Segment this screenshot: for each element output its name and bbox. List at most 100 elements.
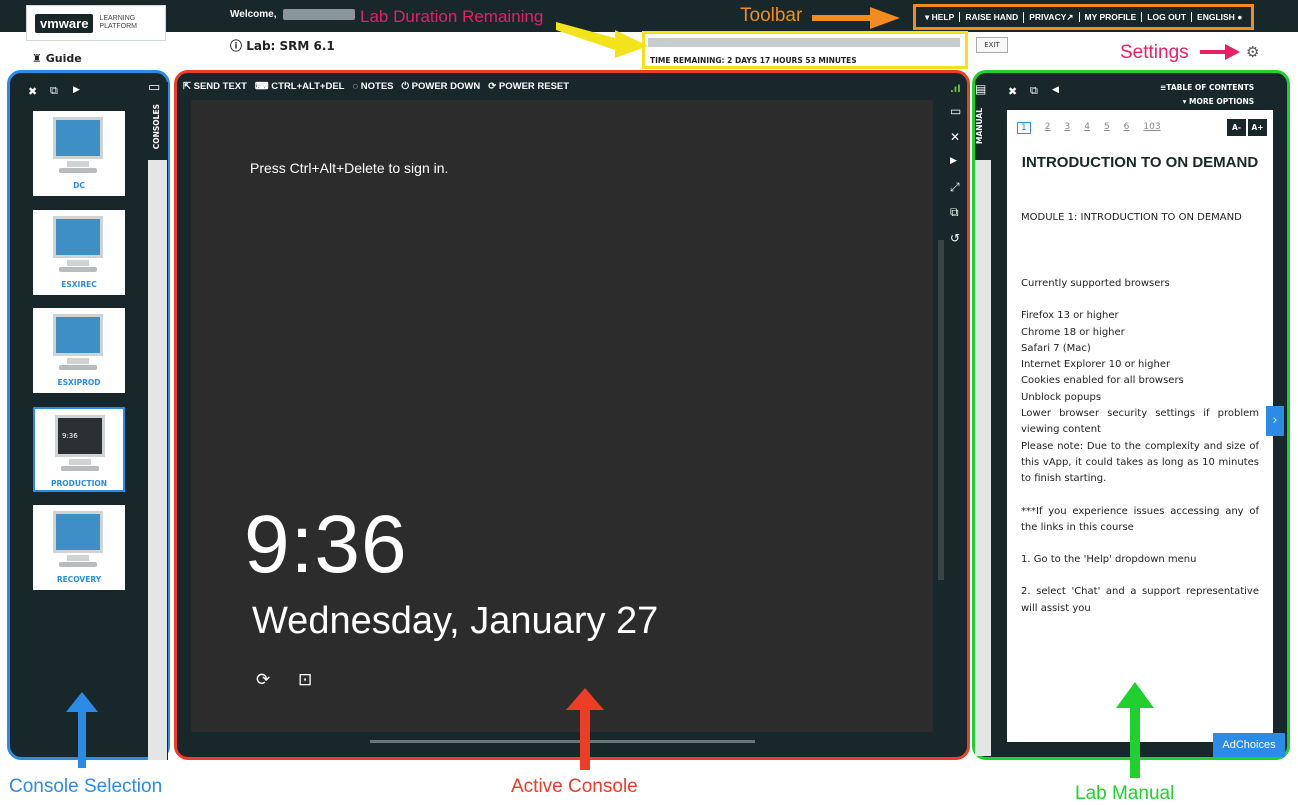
horizontal-scrollbar[interactable] <box>370 740 755 743</box>
notes-button[interactable]: ◌ NOTES <box>352 81 393 92</box>
guide-label: Guide <box>45 52 82 65</box>
ctrl-alt-del-button[interactable]: ⌨ CTRL+ALT+DEL <box>255 81 345 92</box>
manual-line: 2. select 'Chat' and a support represent… <box>1021 586 1259 614</box>
monitor-icon[interactable]: ▭ <box>148 80 160 95</box>
console-label: RECOVERY <box>56 575 102 584</box>
power-reset-button[interactable]: ⟳ POWER RESET <box>488 81 569 92</box>
undo-icon[interactable]: ↺ <box>950 231 960 245</box>
console-thumb-dc[interactable]: DC <box>33 111 125 196</box>
module-heading: MODULE 1: INTRODUCTION TO ON DEMAND <box>1021 212 1242 223</box>
welcome-text: Welcome, <box>230 9 277 20</box>
annotation-settings: Settings <box>1120 42 1189 63</box>
display-icon[interactable]: ▭ <box>950 104 961 118</box>
ease-of-access-icon[interactable]: ⟳ <box>256 670 270 690</box>
help-menu[interactable]: ▾ HELP <box>920 12 959 23</box>
toc-link[interactable]: ≡TABLE OF CONTENTS <box>1160 83 1254 92</box>
monitor-screen <box>53 117 103 159</box>
language-menu[interactable]: ENGLISH ● <box>1191 12 1247 22</box>
book-icon[interactable]: ▤ <box>975 82 986 96</box>
font-decrease-button[interactable]: A- <box>1227 119 1246 136</box>
log-out-link[interactable]: LOG OUT <box>1141 12 1191 22</box>
page-link[interactable]: 1 <box>1017 122 1031 134</box>
popout-icon[interactable]: ⧉ <box>50 84 58 98</box>
send-icon: ⇱ <box>183 81 191 92</box>
manual-line: Internet Explorer 10 or higher <box>1021 359 1171 371</box>
font-increase-button[interactable]: A+ <box>1248 119 1267 136</box>
expand-right-icon[interactable]: ▶ <box>73 85 80 95</box>
console-thumb-esxirec[interactable]: ESXIREC <box>33 210 125 295</box>
next-page-arrow-icon[interactable]: › <box>1266 406 1284 436</box>
binoculars-icon: ♜ <box>32 52 42 65</box>
page-link[interactable]: 6 <box>1124 122 1130 134</box>
manual-line: Safari 7 (Mac) <box>1021 342 1091 354</box>
speech-bubble-icon: ◌ <box>352 81 359 92</box>
consoles-scrollbar[interactable] <box>148 160 167 760</box>
monitor-screen <box>53 511 103 553</box>
monitor-base <box>59 365 97 370</box>
fullscreen-icon[interactable]: ⤢ <box>950 180 960 195</box>
page-link[interactable]: 103 <box>1143 122 1160 134</box>
console-thumb-production[interactable]: 9:36 PRODUCTION <box>33 407 125 492</box>
close-icon[interactable]: ✖ <box>28 85 37 98</box>
adchoices-button[interactable]: AdChoices <box>1213 733 1285 757</box>
annotation-lab-manual: Lab Manual <box>1075 783 1175 804</box>
privacy-link[interactable]: PRIVACY↗ <box>1023 11 1078 23</box>
manual-line: Please note: Due to the complexity and s… <box>1021 440 1259 485</box>
settings-gear-icon[interactable]: ⚙ <box>1246 43 1259 61</box>
more-options-dropdown[interactable]: ▾ MORE OPTIONS <box>1183 97 1255 106</box>
vmware-logo[interactable]: vmware LEARNING PLATFORM <box>26 5 166 41</box>
exit-button[interactable]: EXIT <box>976 37 1008 53</box>
power-reset-label: POWER RESET <box>498 81 570 92</box>
info-icon: ⓘ <box>230 39 243 53</box>
guide-link[interactable]: ♜ Guide <box>32 52 82 65</box>
manual-spacer <box>1021 568 1259 584</box>
page-link[interactable]: 5 <box>1104 122 1110 134</box>
time-remaining-bar <box>648 38 960 47</box>
fit-screen-icon[interactable]: ✕ <box>950 130 960 144</box>
refresh-icon: ⟳ <box>488 81 497 92</box>
monitor-screen: 9:36 <box>55 415 105 457</box>
manual-tab[interactable]: MANUAL <box>975 108 984 144</box>
console-toolbar: ⇱ SEND TEXT ⌨ CTRL+ALT+DEL ◌ NOTES ⏻ POW… <box>183 81 569 92</box>
page-link[interactable]: 4 <box>1084 122 1090 134</box>
popout-icon[interactable]: ⧉ <box>1030 84 1038 98</box>
console-scrollbar[interactable] <box>938 240 944 580</box>
settings-arrow <box>1200 44 1240 60</box>
my-profile-link[interactable]: MY PROFILE <box>1078 12 1142 22</box>
manual-line: Firefox 13 or higher <box>1021 310 1119 322</box>
collapse-right-icon[interactable]: ▶ <box>950 156 957 166</box>
toolbar-menu: ▾ HELP RAISE HAND PRIVACY↗ MY PROFILE LO… <box>913 4 1255 30</box>
power-down-button[interactable]: ⏻ POWER DOWN <box>402 81 481 92</box>
console-thumb-esxiprod[interactable]: ESXIPROD <box>33 308 125 393</box>
manual-body: Currently supported browsers Firefox 13 o… <box>1021 276 1259 617</box>
send-text-label: SEND TEXT <box>193 81 247 92</box>
consoles-tab[interactable]: CONSOLES <box>152 104 161 149</box>
monitor-screen <box>53 314 103 356</box>
send-text-button[interactable]: ⇱ SEND TEXT <box>183 81 247 92</box>
external-link-icon[interactable]: ⧉ <box>950 205 959 220</box>
page-link[interactable]: 3 <box>1064 122 1070 134</box>
close-icon[interactable]: ✖ <box>1008 85 1017 98</box>
page-link[interactable]: 2 <box>1045 122 1051 134</box>
monitor-base <box>59 168 97 173</box>
power-icon: ⏻ <box>401 81 410 92</box>
lab-title: ⓘ Lab: SRM 6.1 <box>230 37 335 54</box>
monitor-base <box>59 562 97 567</box>
manual-line: Cookies enabled for all browsers <box>1021 375 1184 387</box>
lab-title-text: Lab: SRM 6.1 <box>246 39 335 53</box>
toc-area: ≡TABLE OF CONTENTS ▾ MORE OPTIONS <box>1160 81 1254 109</box>
keyboard-icon: ⌨ <box>254 81 269 92</box>
annotation-toolbar: Toolbar <box>740 5 803 26</box>
raise-hand-link[interactable]: RAISE HAND <box>959 12 1023 22</box>
logo-sub-line1: LEARNING <box>99 15 136 22</box>
manual-line: Chrome 18 or higher <box>1021 326 1125 338</box>
collapse-left-icon[interactable]: ◀ <box>1052 85 1059 95</box>
manual-title: INTRODUCTION TO ON DEMAND <box>1021 154 1259 171</box>
network-icon[interactable]: ⊡ <box>298 670 312 690</box>
manual-line: 1. Go to the 'Help' dropdown menu <box>1021 554 1197 566</box>
manual-line: Unblock popups <box>1021 391 1102 403</box>
logo-sub-line2: PLATFORM <box>99 23 138 30</box>
logo-subtitle: LEARNING PLATFORM <box>99 15 137 31</box>
manual-spacer <box>1021 536 1259 552</box>
console-thumb-recovery[interactable]: RECOVERY <box>33 505 125 590</box>
